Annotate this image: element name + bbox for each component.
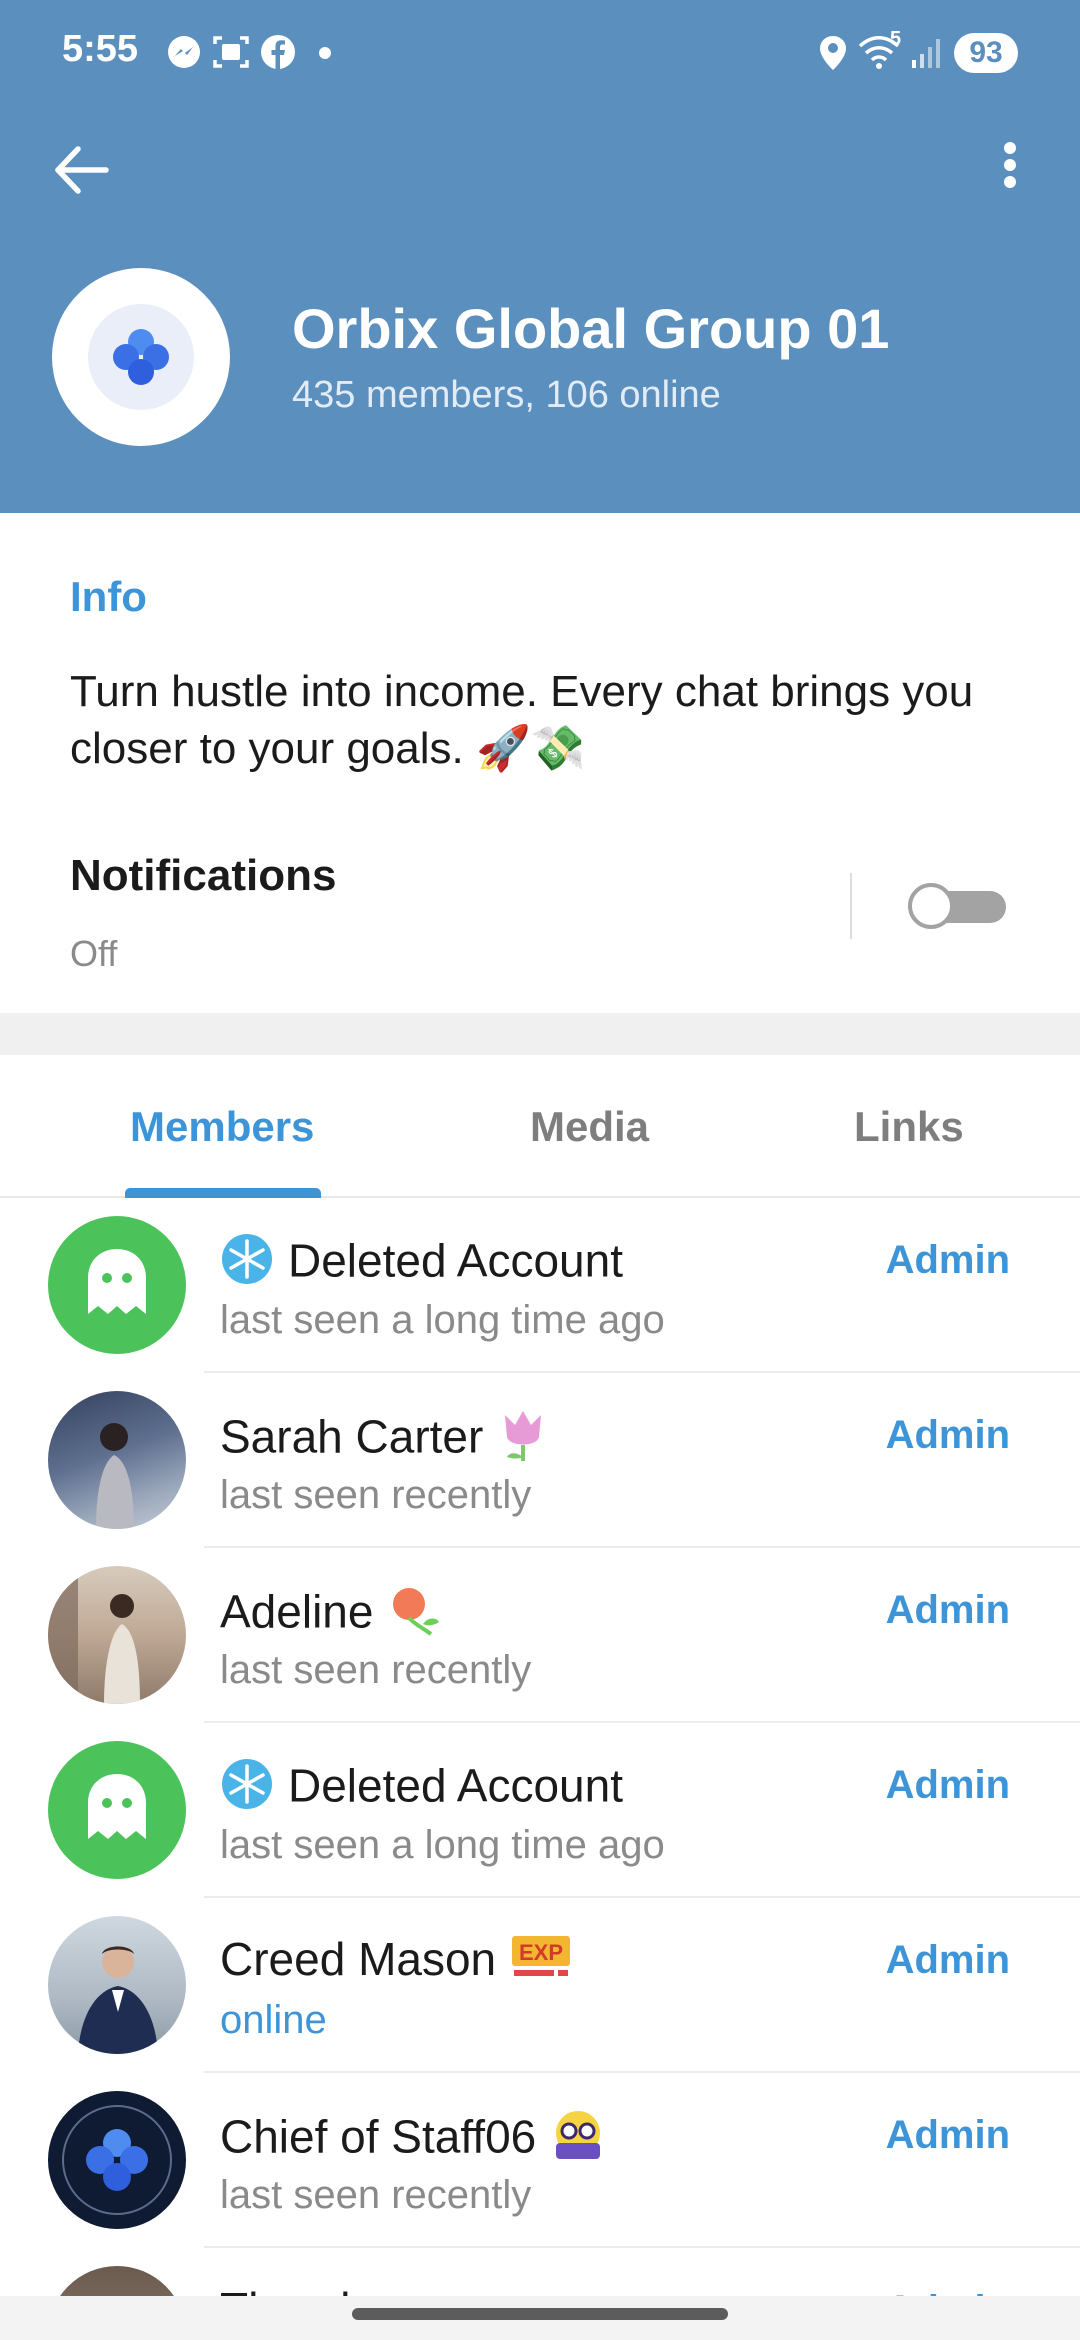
profile-tabs: Members Media Links xyxy=(0,1055,1080,1198)
member-name: Sarah Carter xyxy=(220,1407,549,1474)
notifications-toggle[interactable] xyxy=(908,883,1008,929)
avatar xyxy=(48,1916,186,2054)
nerd-face-icon xyxy=(550,2107,606,2174)
ghost-icon xyxy=(88,1774,146,1839)
messenger-icon xyxy=(168,36,200,68)
active-tab-indicator xyxy=(125,1188,321,1198)
group-description: Turn hustle into income. Every chat brin… xyxy=(70,667,974,773)
member-row[interactable]: Adeline last seen recently Admin xyxy=(0,1548,1080,1723)
avatar xyxy=(48,1566,186,1704)
info-section: Info Turn hustle into income. Every chat… xyxy=(0,513,1080,1013)
member-name: Adeline xyxy=(220,1582,443,1649)
info-heading: Info xyxy=(70,573,147,620)
location-icon xyxy=(820,36,846,70)
member-row[interactable]: Deleted Account last seen a long time ag… xyxy=(0,1198,1080,1373)
admin-badge: Admin xyxy=(885,1938,1010,1982)
admin-badge: Admin xyxy=(885,1413,1010,1457)
arrow-left-icon xyxy=(55,146,109,194)
admin-badge: Admin xyxy=(885,1588,1010,1632)
divider xyxy=(850,873,852,939)
admin-badge: Admin xyxy=(885,1238,1010,1282)
member-status: last seen recently xyxy=(220,1473,532,1517)
avatar xyxy=(48,1391,186,1529)
svg-text:EXP: EXP xyxy=(519,1940,563,1965)
section-divider xyxy=(0,1013,1080,1055)
status-bar: 5:55 5 93 xyxy=(0,0,1080,100)
tab-members[interactable]: Members xyxy=(130,1103,314,1151)
member-status: last seen a long time ago xyxy=(220,1298,665,1342)
tab-links[interactable]: Links xyxy=(854,1103,964,1151)
dot-icon xyxy=(319,47,331,59)
member-name: Deleted Account xyxy=(220,1757,623,1822)
member-status: last seen recently xyxy=(220,1648,532,1692)
avatar xyxy=(48,2091,186,2229)
tab-media[interactable]: Media xyxy=(530,1103,649,1151)
group-title: Orbix Global Group 01 xyxy=(292,297,890,360)
ghost-icon xyxy=(88,1249,146,1314)
group-member-count: 435 members, 106 online xyxy=(292,374,721,416)
member-status: last seen a long time ago xyxy=(220,1823,665,1867)
admin-badge: Admin xyxy=(885,2113,1010,2157)
snowflake-icon xyxy=(220,1232,274,1297)
group-header: 5:55 5 93 Orbix Global Group 01 435 memb… xyxy=(0,0,1080,513)
screenshot-icon xyxy=(213,36,249,68)
member-row[interactable]: Creed Mason EXP online Admin xyxy=(0,1898,1080,2073)
member-status: online xyxy=(220,1998,327,2042)
more-options-button[interactable] xyxy=(985,135,1035,205)
more-vertical-icon xyxy=(1004,142,1016,188)
notifications-label[interactable]: Notifications xyxy=(70,851,336,901)
group-avatar[interactable] xyxy=(52,268,230,446)
battery-indicator: 93 xyxy=(954,33,1018,73)
avatar xyxy=(48,1741,186,1879)
signal-icon xyxy=(912,39,940,68)
rose-icon xyxy=(387,1582,443,1649)
snowflake-icon xyxy=(220,1757,274,1822)
member-row[interactable]: Chief of Staff06 last seen recently Admi… xyxy=(0,2073,1080,2248)
members-list: Deleted Account last seen a long time ag… xyxy=(0,1198,1080,2308)
member-row[interactable]: Deleted Account last seen a long time ag… xyxy=(0,1723,1080,1898)
member-name: Deleted Account xyxy=(220,1232,623,1297)
notifications-status: Off xyxy=(70,933,118,974)
wifi-band-label: 5 xyxy=(890,28,902,50)
facebook-icon xyxy=(261,35,295,69)
member-name: Chief of Staff06 xyxy=(220,2107,606,2174)
back-button[interactable] xyxy=(48,135,118,205)
orbix-logo-icon xyxy=(62,2105,172,2215)
member-status: last seen recently xyxy=(220,2173,532,2217)
system-nav-bar xyxy=(0,2296,1080,2340)
avatar xyxy=(48,1216,186,1354)
status-time: 5:55 xyxy=(62,28,139,70)
home-gesture-handle[interactable] xyxy=(352,2308,728,2320)
member-name: Creed Mason EXP xyxy=(220,1932,572,1993)
tulip-icon xyxy=(497,1407,549,1474)
admin-badge: Admin xyxy=(885,1763,1010,1807)
orbix-logo-icon xyxy=(113,329,169,385)
member-row[interactable]: Sarah Carter last seen recently Admin xyxy=(0,1373,1080,1548)
exp-badge-icon: EXP xyxy=(510,1932,572,1993)
